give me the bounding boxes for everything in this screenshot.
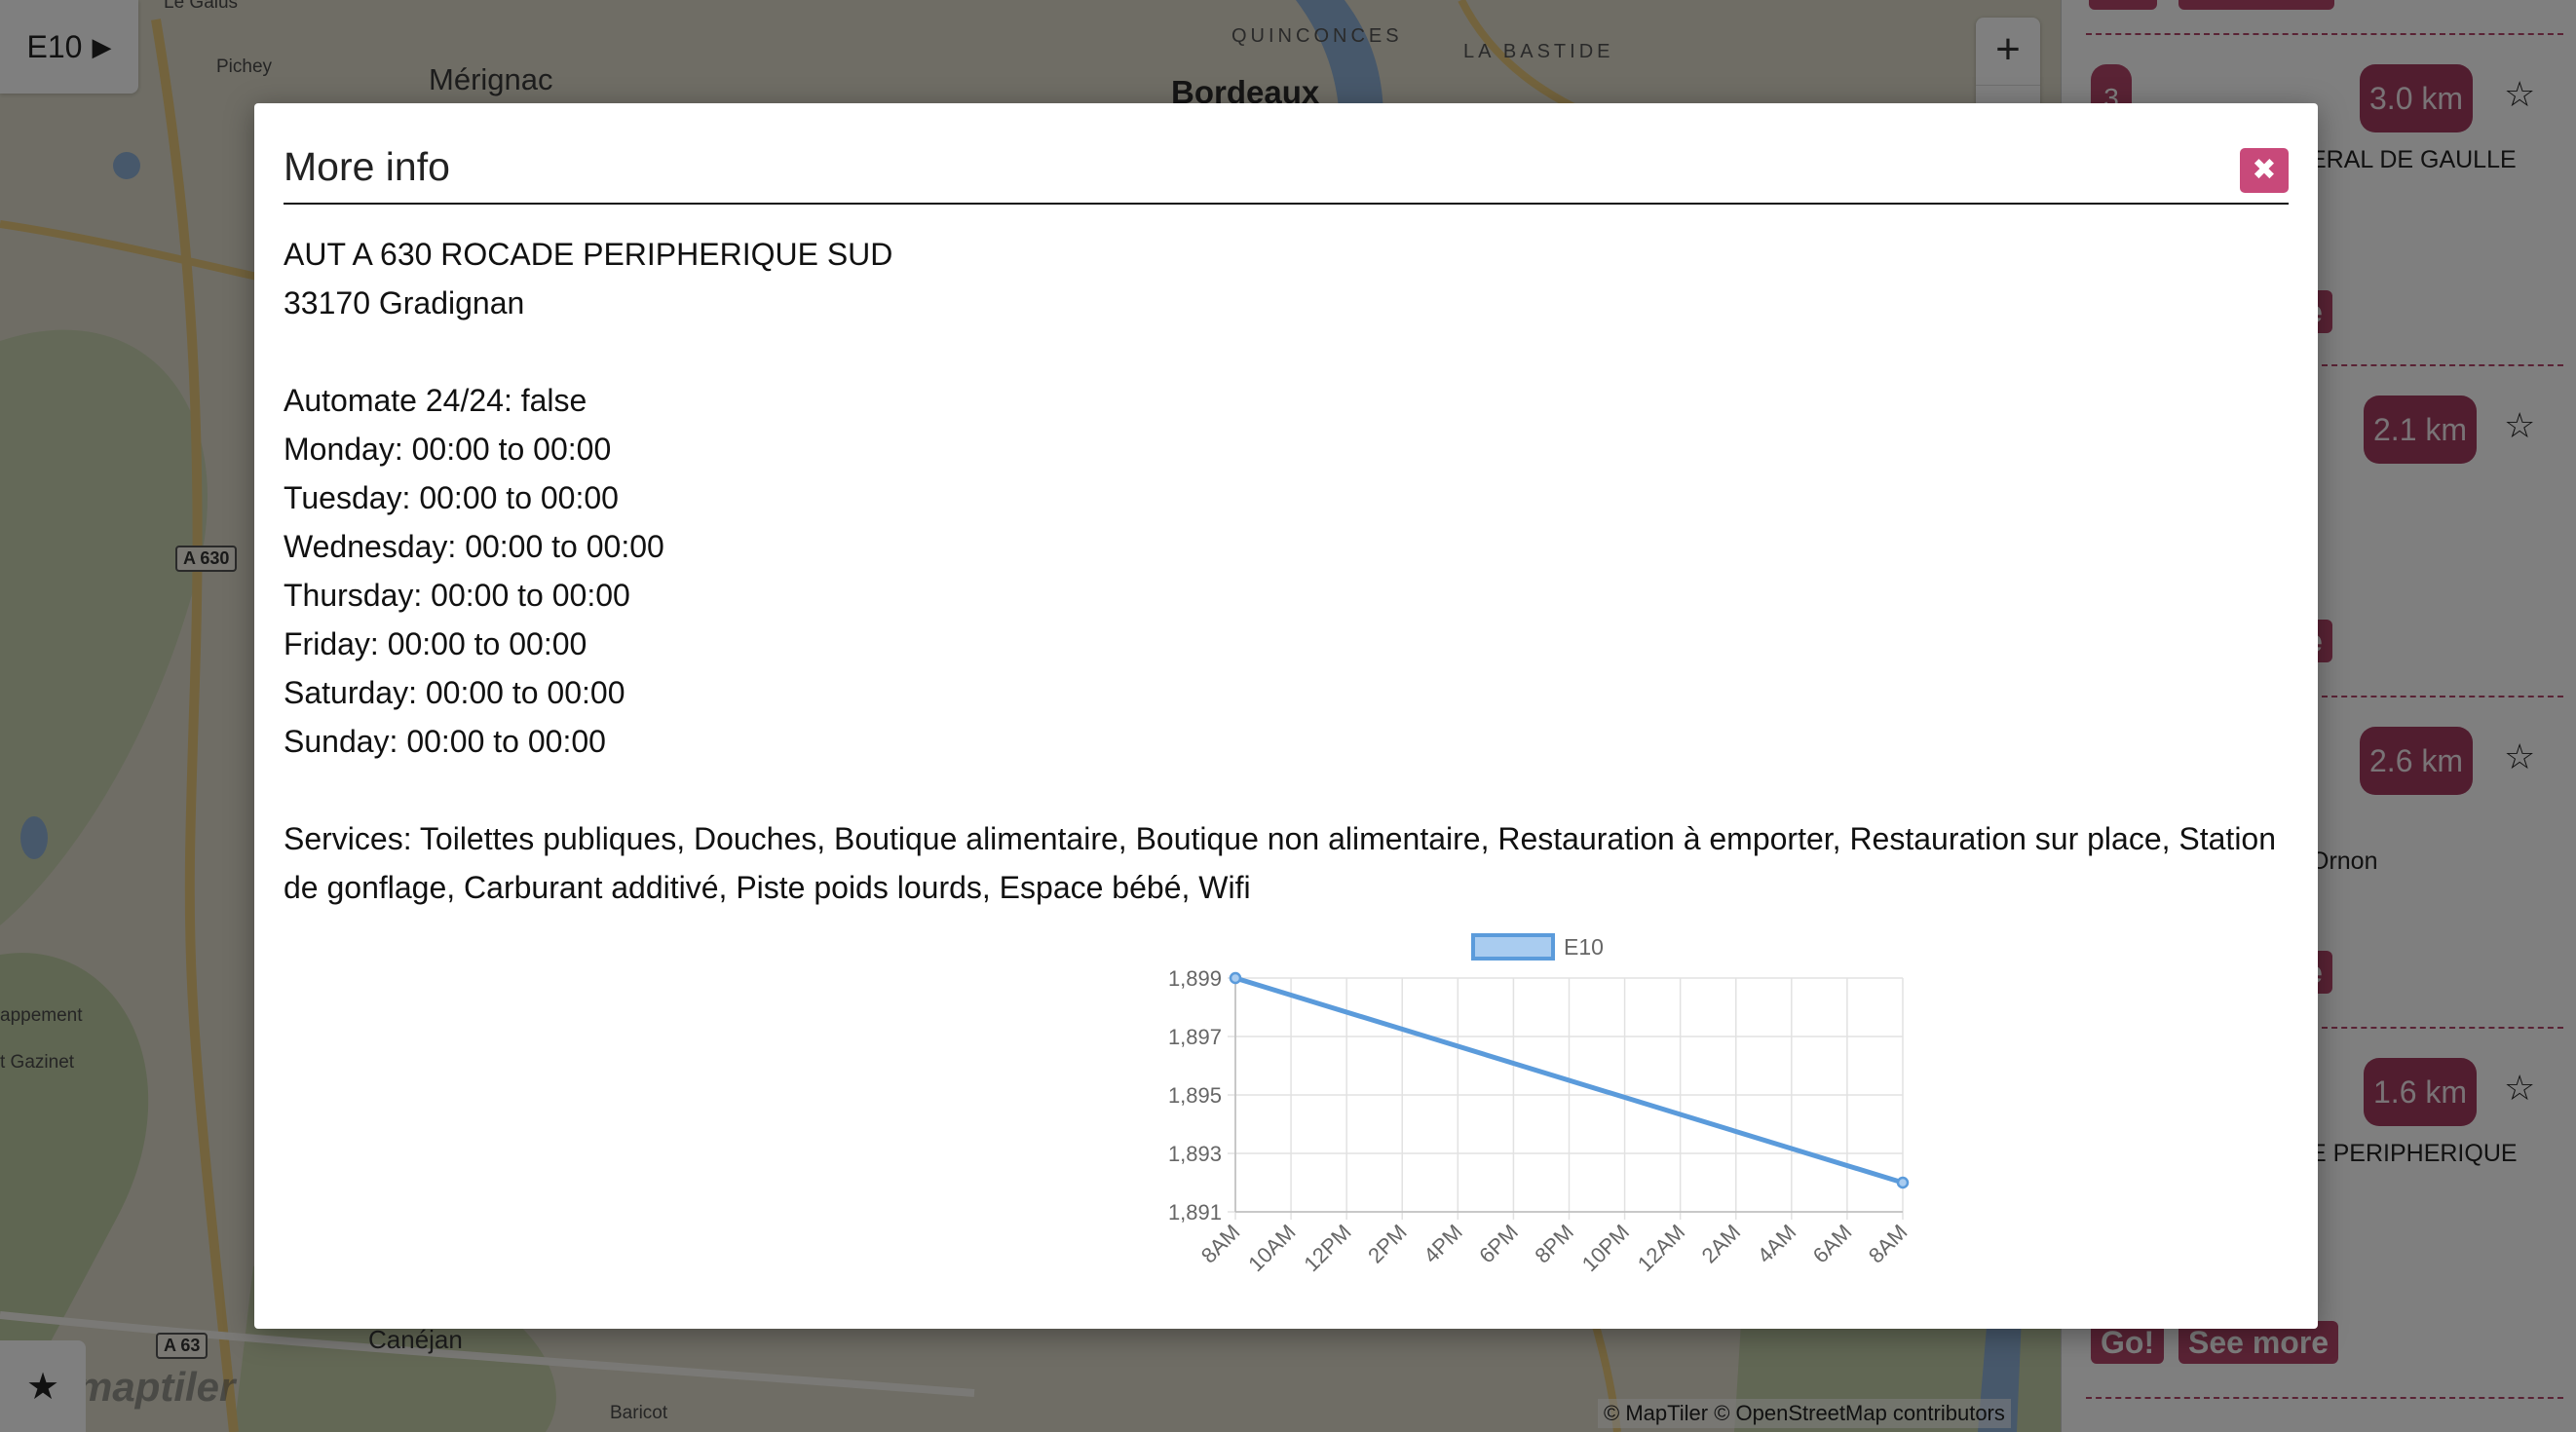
- modal-header: More info ✖: [284, 138, 2289, 205]
- legend-label: E10: [1564, 934, 1604, 960]
- x-tick-label: 12PM: [1299, 1220, 1355, 1276]
- price-chart-svg: 8AM10AM12PM 2PM 4PM 6PM 8PM10PM12AM 2AM 4AM 6AM…: [1168, 933, 1913, 1276]
- automate-status: Automate 24/24: false: [284, 383, 587, 418]
- y-tick-label: 1,897: [1168, 1025, 1222, 1049]
- data-point: [1229, 971, 1242, 985]
- opening-hours-saturday: Saturday: 00:00 to 00:00: [284, 675, 625, 710]
- data-point: [1896, 1176, 1910, 1189]
- price-history-chart: 8AM 10AM 12PM 2PM 4PM 6PM 8PM 10PM 12AM 2AM 4AM 6AM…: [1112, 922, 1950, 1321]
- opening-hours-wednesday: Wednesday: 00:00 to 00:00: [284, 529, 664, 564]
- close-button[interactable]: ✖: [2240, 148, 2289, 193]
- y-tick-label: 1,895: [1168, 1083, 1222, 1108]
- x-tick-label: 8AM: [1196, 1220, 1245, 1268]
- x-tick-label: 6PM: [1474, 1220, 1523, 1268]
- y-tick-label: 1,891: [1168, 1200, 1222, 1225]
- x-tick-label: 8AM: [1864, 1220, 1913, 1268]
- opening-hours-thursday: Thursday: 00:00 to 00:00: [284, 578, 630, 613]
- y-tick-label: 1,899: [1168, 966, 1222, 991]
- opening-hours-sunday: Sunday: 00:00 to 00:00: [284, 724, 606, 759]
- x-tick-label: 12AM: [1633, 1220, 1689, 1276]
- modal-title: More info: [284, 144, 450, 189]
- x-tick-label: 2AM: [1697, 1220, 1746, 1268]
- station-address-line: AUT A 630 ROCADE PERIPHERIQUE SUD: [284, 237, 893, 272]
- services-list: Services: Toilettes publiques, Douches, …: [284, 821, 2277, 905]
- modal-body: AUT A 630 ROCADE PERIPHERIQUE SUD 33170 …: [284, 230, 2289, 912]
- station-city-line: 33170 Gradignan: [284, 285, 525, 320]
- x-tick-label: 4AM: [1753, 1220, 1801, 1268]
- x-tick-label: 2PM: [1363, 1220, 1412, 1268]
- x-tick-label: 10AM: [1243, 1220, 1300, 1276]
- close-x-icon: ✖: [2252, 154, 2277, 186]
- x-tick-label: 4PM: [1419, 1220, 1467, 1268]
- more-info-modal: More info ✖ AUT A 630 ROCADE PERIPHERIQU…: [254, 103, 2318, 1329]
- opening-hours-monday: Monday: 00:00 to 00:00: [284, 432, 612, 467]
- x-tick-label: 6AM: [1808, 1220, 1857, 1268]
- x-tick-label: 10PM: [1577, 1220, 1634, 1276]
- y-tick-label: 1,893: [1168, 1142, 1222, 1166]
- opening-hours-tuesday: Tuesday: 00:00 to 00:00: [284, 480, 619, 515]
- x-tick-label: 8PM: [1530, 1220, 1578, 1268]
- opening-hours-friday: Friday: 00:00 to 00:00: [284, 626, 587, 661]
- legend-swatch: [1471, 933, 1555, 961]
